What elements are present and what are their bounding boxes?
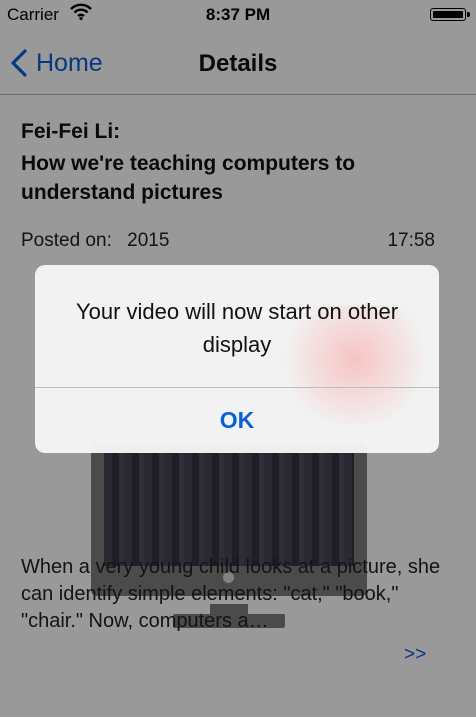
ok-button[interactable]: OK [35, 388, 439, 453]
alert-message: Your video will now start on other displ… [75, 299, 399, 357]
alert-dialog: Your video will now start on other displ… [35, 265, 439, 453]
